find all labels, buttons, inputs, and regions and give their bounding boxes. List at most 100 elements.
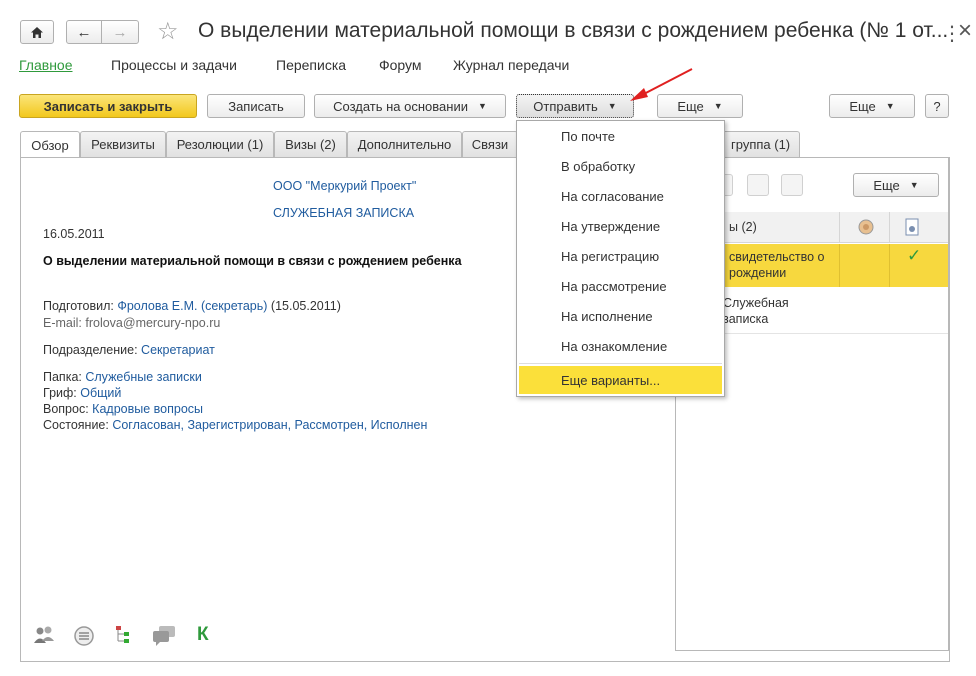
signature-icon (858, 219, 874, 235)
save-label: Записать (228, 98, 284, 114)
prepared-label: Подготовил: (43, 299, 118, 313)
chevron-down-icon: ▼ (885, 101, 895, 111)
tab-resolutions[interactable]: Резолюции (1) (166, 131, 274, 157)
chat-icon[interactable] (151, 624, 177, 646)
doc-stamp: Гриф: Общий (43, 386, 121, 400)
grid-col-divider (839, 212, 840, 243)
tab-group-label: группа (1) (731, 137, 791, 152)
doc-state: Состояние: Согласован, Зарегистрирован, … (43, 418, 427, 432)
question-label: Вопрос: (43, 402, 93, 416)
send-dropdown-menu: По почте В обработку На согласование На … (516, 120, 725, 397)
stamp-icon[interactable] (781, 174, 803, 196)
doc-department: Подразделение: Секретариат (43, 343, 215, 357)
doc-organization[interactable]: ООО "Меркурий Проект" (273, 179, 416, 193)
tree-icon[interactable] (114, 624, 134, 646)
help-button[interactable]: ? (925, 94, 949, 118)
save-button[interactable]: Записать (207, 94, 305, 118)
question-link[interactable]: Кадровые вопросы (92, 402, 203, 416)
chevron-down-icon: ▼ (607, 101, 617, 111)
doc-type[interactable]: СЛУЖЕБНАЯ ЗАПИСКА (273, 206, 414, 220)
chevron-down-icon: ▼ (713, 101, 723, 111)
doc-date: 16.05.2011 (43, 227, 105, 241)
menu-item-by-mail[interactable]: По почте (561, 129, 615, 144)
tab-group[interactable]: группа (1) (722, 131, 800, 157)
home-icon (31, 26, 43, 38)
nav-processes[interactable]: Процессы и задачи (111, 57, 237, 73)
users-icon[interactable] (32, 625, 56, 645)
nav-transfer-log[interactable]: Журнал передачи (453, 57, 569, 73)
menu-item-to-registration[interactable]: На регистрацию (561, 249, 659, 264)
save-close-button[interactable]: Записать и закрыть (19, 94, 197, 118)
dept-label: Подразделение: (43, 343, 142, 357)
tab-links-label: Связи (471, 137, 509, 152)
document-icon[interactable] (747, 174, 769, 196)
stamp-label: Гриф: (43, 386, 81, 400)
stamp-link[interactable]: Общий (80, 386, 121, 400)
menu-item-to-confirmation[interactable]: На утверждение (561, 219, 660, 234)
tab-visas-label: Визы (2) (285, 137, 336, 152)
prepared-author-link[interactable]: Фролова Е.М. (секретарь) (117, 299, 267, 313)
doc-question: Вопрос: Кадровые вопросы (43, 402, 203, 416)
create-based-button[interactable]: Создать на основании ▼ (314, 94, 506, 118)
dept-link[interactable]: Секретариат (141, 343, 215, 357)
state-link[interactable]: Согласован, Зарегистрирован, Рассмотрен,… (112, 418, 427, 432)
panel-more-label: Еще (873, 177, 900, 193)
k-letter-icon[interactable]: К (197, 624, 209, 646)
doc-folder: Папка: Служебные записки (43, 370, 202, 384)
nav-correspondence[interactable]: Переписка (276, 57, 346, 73)
more-button-right[interactable]: Еще ▼ (829, 94, 915, 118)
favorite-star-icon[interactable]: ☆ (157, 17, 179, 46)
menu-item-to-familiarization[interactable]: На ознакомление (561, 339, 667, 354)
page-title: О выделении материальной помощи в связи … (198, 19, 949, 42)
menu-item-to-processing[interactable]: В обработку (561, 159, 635, 174)
tab-visas[interactable]: Визы (2) (274, 131, 347, 157)
tab-additional[interactable]: Дополнительно (347, 131, 462, 157)
forward-button[interactable]: → (101, 20, 139, 44)
folder-label: Папка: (43, 370, 86, 384)
prepared-date: (15.05.2011) (267, 299, 341, 313)
menu-separator (519, 363, 722, 364)
menu-item-to-review[interactable]: На рассмотрение (561, 279, 667, 294)
send-label: Отправить (533, 98, 598, 114)
file-icon (905, 218, 919, 236)
save-close-label: Записать и закрыть (43, 98, 173, 114)
tab-overview[interactable]: Обзор (20, 131, 80, 158)
doc-subject: О выделении материальной помощи в связи … (43, 254, 462, 268)
create-based-label: Создать на основании (333, 98, 468, 114)
tab-requisites-label: Реквизиты (91, 137, 155, 152)
row-title-line2: записка (723, 312, 769, 326)
doc-email: E-mail: frolova@mercury-npo.ru (43, 316, 221, 330)
tab-requisites[interactable]: Реквизиты (80, 131, 166, 157)
grid-col-divider (889, 244, 890, 287)
folder-link[interactable]: Служебные записки (85, 370, 202, 384)
menu-item-more-options[interactable]: Еще варианты... (519, 366, 722, 394)
grid-header-label: ы (2) (729, 220, 757, 234)
nav-forum[interactable]: Форум (379, 57, 422, 73)
chevron-down-icon: ▼ (909, 180, 919, 190)
close-icon[interactable]: × (958, 17, 972, 45)
menu-item-to-approval[interactable]: На согласование (561, 189, 664, 204)
menu-item-to-execution[interactable]: На исполнение (561, 309, 653, 324)
annotation-arrow (630, 68, 693, 101)
send-button[interactable]: Отправить ▼ (516, 94, 634, 118)
grid-col-divider (839, 244, 840, 287)
chevron-down-icon: ▼ (477, 101, 487, 111)
home-button[interactable] (20, 20, 54, 44)
doc-prepared: Подготовил: Фролова Е.М. (секретарь) (15… (43, 299, 341, 313)
grid-col-divider (889, 212, 890, 243)
row-title-line1: Служебная (723, 296, 789, 310)
tab-resolutions-label: Резолюции (1) (176, 137, 264, 152)
more-right-label: Еще (849, 98, 876, 114)
arrow-right-icon: → (112, 23, 128, 41)
circle-list-icon[interactable] (73, 625, 95, 647)
back-button[interactable]: ← (66, 20, 102, 44)
help-label: ? (933, 98, 941, 114)
arrow-left-icon: ← (76, 23, 92, 41)
row-title-line2: рождении (729, 266, 787, 280)
tab-links[interactable]: Связи (462, 131, 518, 157)
tab-overview-label: Обзор (31, 137, 69, 153)
panel-more-button[interactable]: Еще ▼ (853, 173, 939, 197)
check-icon: ✓ (907, 246, 922, 265)
nav-main[interactable]: Главное (19, 57, 73, 73)
state-label: Состояние: (43, 418, 113, 432)
